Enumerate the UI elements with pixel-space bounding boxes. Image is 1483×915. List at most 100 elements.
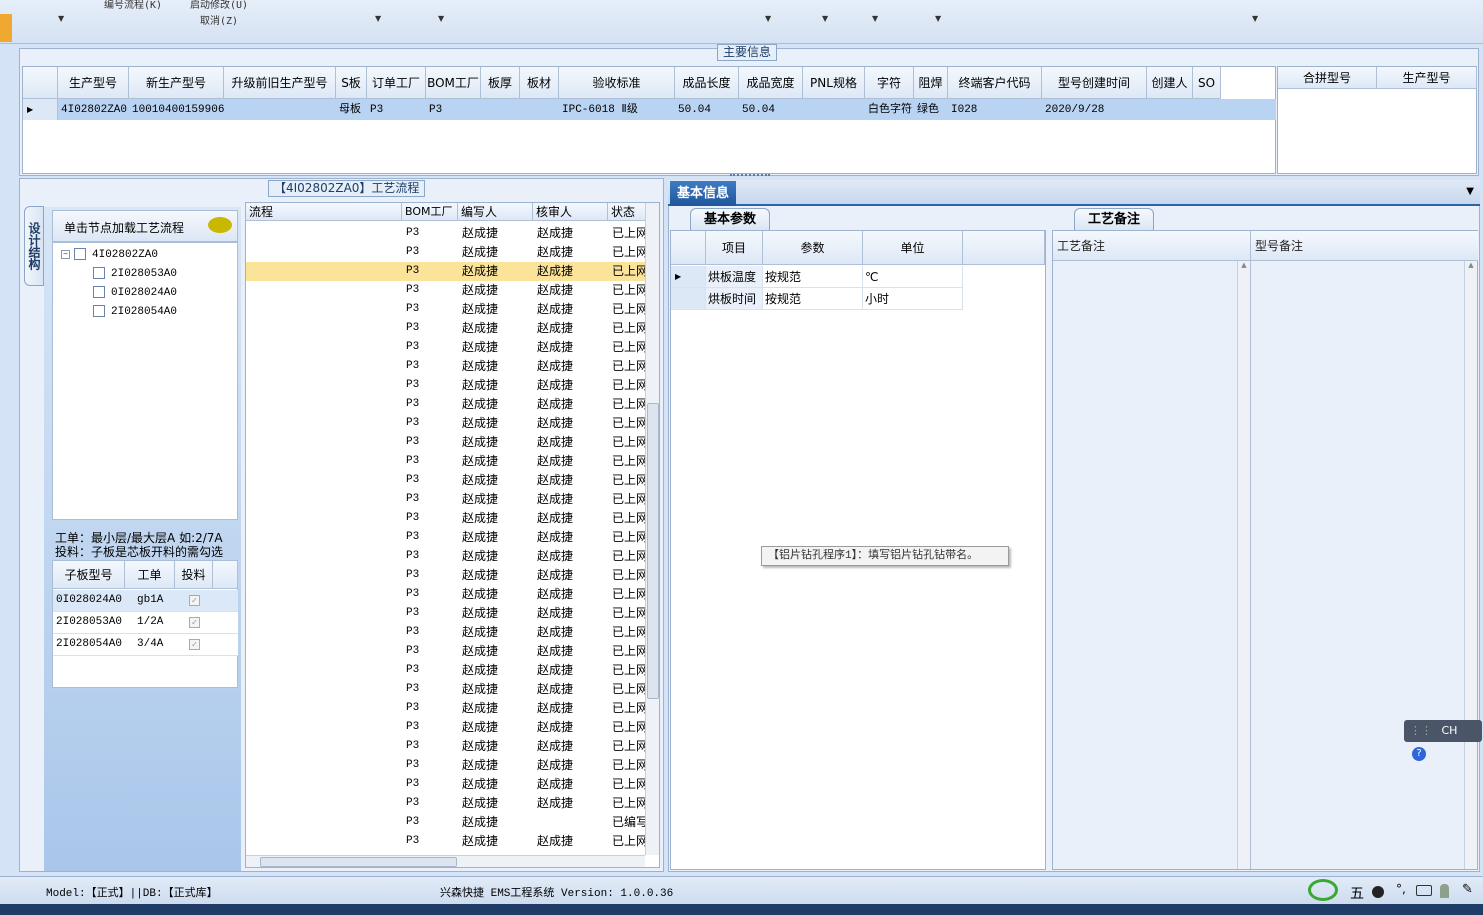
param-value[interactable]: 按规范 (763, 288, 863, 310)
main-cell[interactable]: 10010400159906 (129, 100, 224, 120)
dropdown-arrow-icon[interactable]: ▼ (438, 14, 444, 23)
flow-col-header[interactable]: BOM工厂 (402, 203, 458, 221)
moon-icon[interactable] (1372, 886, 1384, 898)
sub-col-header[interactable]: 投料 (175, 561, 213, 589)
main-col-header[interactable]: 终端客户代码 (948, 67, 1042, 99)
process-note-textarea[interactable] (1053, 261, 1238, 869)
main-cell[interactable]: I028 (948, 100, 1042, 120)
flow-row[interactable]: 酸性蚀刻 P3 赵成捷 赵成捷 已上网 (246, 452, 646, 471)
flow-hscrollbar[interactable] (246, 855, 645, 867)
param-col-header[interactable]: 项目 (706, 231, 763, 265)
flow-row[interactable]: 曝光 P3 赵成捷 赵成捷 已上网 (246, 623, 646, 642)
note-vscrollbar[interactable]: ▲ (1237, 261, 1250, 869)
dropdown-arrow-icon[interactable]: ▼ (935, 14, 941, 23)
flow-row[interactable]: 去毛刺1 P3 赵成捷 赵成捷 已上网 (246, 243, 646, 262)
keyboard-icon[interactable] (1416, 885, 1432, 896)
dropdown-arrow-icon[interactable]: ▼ (872, 14, 878, 23)
main-cell[interactable]: 50.04 (739, 100, 803, 120)
feed-checkbox[interactable]: ✓ (189, 617, 200, 628)
flow-row[interactable]: 阻抗测试 P3 赵成捷 赵成捷 已上网 (246, 832, 646, 851)
flow-col-header[interactable]: 编写人 (458, 203, 533, 221)
main-cell[interactable] (224, 100, 336, 120)
main-cell[interactable]: 2020/9/28 (1042, 100, 1147, 120)
main-col-header[interactable]: 新生产型号 (129, 67, 224, 99)
main-col-header[interactable]: 型号创建时间 (1042, 67, 1147, 99)
main-col-header[interactable]: 创建人 (1147, 67, 1193, 99)
sogou-logo-icon[interactable] (1308, 879, 1338, 901)
table-row[interactable]: 0I028024A0 gb1A ✓ (53, 590, 238, 612)
scroll-thumb[interactable] (647, 403, 659, 699)
tab-basic-info[interactable]: 基本信息 (670, 181, 736, 206)
feed-checkbox[interactable]: ✓ (189, 595, 200, 606)
tree-root-node[interactable]: −4I02802ZA0 (61, 248, 158, 261)
punct-icon[interactable]: °, (1396, 882, 1406, 896)
merge-col-header[interactable]: 生产型号 (1377, 67, 1477, 89)
tab-basic-params[interactable]: 基本参数 (690, 208, 770, 230)
flow-row[interactable]: −外层干膜 P3 赵成捷 赵成捷 已上网 (246, 357, 646, 376)
sub-workorder-cell[interactable]: gb1A (137, 594, 163, 606)
main-cell[interactable]: 50.04 (675, 100, 739, 120)
flow-row[interactable]: 沉金 P3 赵成捷 赵成捷 已上网 (246, 775, 646, 794)
flow-row[interactable]: 字符 P3 赵成捷 赵成捷 已上网 (246, 680, 646, 699)
flow-row[interactable]: −电子测试 P3 赵成捷 已编写 (246, 813, 646, 832)
flow-row[interactable]: 负片电镀 P3 赵成捷 赵成捷 已上网 (246, 319, 646, 338)
sub-workorder-cell[interactable]: 1/2A (137, 616, 163, 628)
main-col-header[interactable]: PNL规格 (803, 67, 865, 99)
main-info-grid[interactable]: 生产型号 新生产型号 升级前旧生产型号 S板 订单工厂 BOM工厂 板厚 板材 验收标准 成品长度… (22, 66, 1276, 174)
flow-row[interactable]: 沉铜1 P3 赵成捷 赵成捷 已上网 (246, 281, 646, 300)
ribbon-item-number-flow[interactable]: 编号流程(K) (104, 0, 162, 11)
main-cell[interactable] (803, 100, 865, 120)
ribbon-item-start-edit[interactable]: 启动修改(U) (190, 0, 248, 11)
main-col-header[interactable]: BOM工厂 (426, 67, 481, 99)
sub-col-header[interactable]: 子板型号 (53, 561, 125, 589)
flow-vscrollbar[interactable] (645, 203, 659, 855)
ime-bar[interactable]: ⋮⋮ CH ? (1404, 720, 1482, 761)
main-cell[interactable]: 4I02802ZA0 (58, 100, 129, 120)
flow-col-header[interactable]: 核审人 (533, 203, 608, 221)
flow-row[interactable]: 显影 P3 赵成捷 赵成捷 已上网 (246, 433, 646, 452)
checkbox-icon[interactable] (74, 248, 86, 260)
checkbox-icon[interactable] (93, 305, 105, 317)
flow-row[interactable]: −沉铜1 P3 赵成捷 赵成捷 已上网 (246, 224, 646, 243)
structure-tree[interactable]: −4I02802ZA0 2I028053A0 0I028024A0 2I0280… (52, 242, 238, 520)
merge-col-header[interactable]: 合拼型号 (1278, 67, 1377, 89)
flow-row[interactable]: −沉金 P3 赵成捷 赵成捷 已上网 (246, 718, 646, 737)
param-col-header[interactable]: 单位 (863, 231, 963, 265)
table-row[interactable]: 2I028054A0 3/4A ✓ (53, 634, 238, 656)
flow-row[interactable]: −AOI P3 赵成捷 赵成捷 已上网 (246, 490, 646, 509)
sub-workorder-cell[interactable]: 3/4A (137, 638, 163, 650)
main-col-header[interactable]: 验收标准 (559, 67, 675, 99)
main-col-header[interactable]: SO (1193, 67, 1221, 99)
flow-row[interactable]: 显影 P3 赵成捷 赵成捷 已上网 (246, 642, 646, 661)
main-col-header[interactable]: 订单工厂 (367, 67, 426, 99)
main-col-header[interactable]: 成品宽度 (739, 67, 803, 99)
main-cell[interactable]: 绿色 (914, 100, 948, 120)
flow-row[interactable]: 外层前处理 P3 赵成捷 赵成捷 已上网 (246, 376, 646, 395)
tree-child-node[interactable]: 2I028053A0 (93, 267, 177, 280)
main-col-header[interactable]: 升级前旧生产型号 (224, 67, 336, 99)
model-note-textarea[interactable] (1250, 261, 1464, 869)
checkbox-icon[interactable] (93, 286, 105, 298)
note-vscrollbar[interactable]: ▲ (1464, 261, 1477, 869)
flow-row[interactable]: 阻焊塞孔 P3 赵成捷 赵成捷 已上网 (246, 566, 646, 585)
checkbox-icon[interactable] (93, 267, 105, 279)
hscroll-thumb[interactable] (260, 857, 457, 867)
dropdown-arrow-icon[interactable]: ▼ (58, 14, 64, 23)
comment-bubble-icon[interactable] (208, 217, 232, 233)
user-icon[interactable] (1440, 884, 1449, 898)
main-col-header[interactable]: 生产型号 (58, 67, 129, 99)
main-col-header[interactable]: 成品长度 (675, 67, 739, 99)
flow-col-header[interactable]: 流程 (246, 203, 402, 221)
main-cell[interactable] (1147, 100, 1193, 120)
main-col-header[interactable]: 板厚 (481, 67, 520, 99)
table-row[interactable]: 2I028053A0 1/2A ✓ (53, 612, 238, 634)
tab-process-notes[interactable]: 工艺备注 (1074, 208, 1154, 230)
flow-row[interactable]: 磨板 P3 赵成捷 赵成捷 已上网 (246, 338, 646, 357)
main-cell[interactable]: 母板 (336, 100, 367, 120)
main-cell[interactable]: 白色字符 (865, 100, 914, 120)
flow-row[interactable]: 曝光 P3 赵成捷 赵成捷 已上网 (246, 414, 646, 433)
flow-row[interactable]: 外层AOI P3 赵成捷 赵成捷 已上网 (246, 509, 646, 528)
flow-row[interactable]: 贴膜 P3 赵成捷 赵成捷 已上网 (246, 395, 646, 414)
ime-mode[interactable]: 五 (1350, 883, 1364, 903)
flow-row[interactable]: 退膜 P3 赵成捷 赵成捷 已上网 (246, 471, 646, 490)
